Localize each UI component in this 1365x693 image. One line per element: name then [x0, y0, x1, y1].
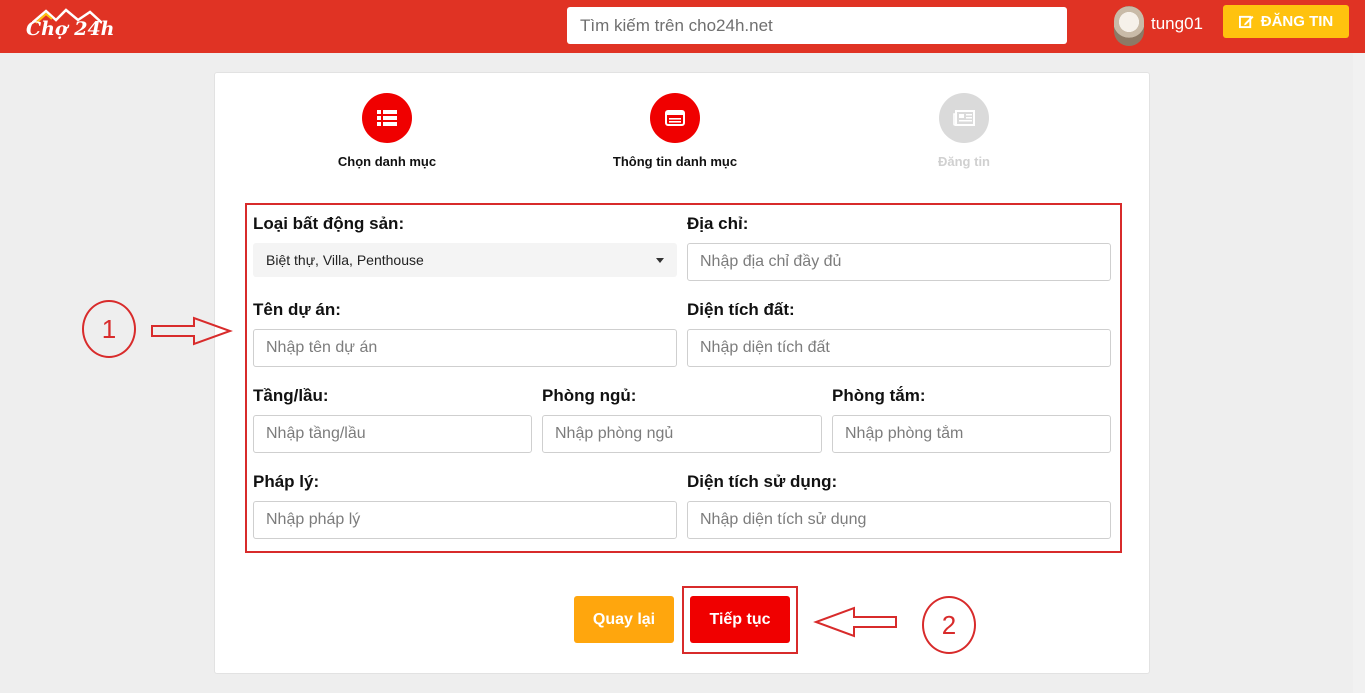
legal-label: Pháp lý: [253, 472, 320, 491]
annotation-marker-1: 1 [82, 300, 136, 358]
property-type-value: Biệt thự, Villa, Penthouse [266, 252, 424, 268]
step-1-indicator [362, 93, 412, 143]
bathrooms-label: Phòng tắm: [832, 386, 926, 405]
site-logo[interactable]: Chợ 24h [24, 8, 116, 42]
usable-area-input[interactable] [687, 501, 1111, 539]
search-input[interactable] [567, 7, 1067, 44]
step-1-label: Chọn danh mục [337, 154, 437, 169]
post-listing-button[interactable]: ĐĂNG TIN [1223, 5, 1349, 38]
usable-area-label: Diện tích sử dụng: [687, 472, 838, 491]
land-area-label: Diện tích đất: [687, 300, 795, 319]
property-type-select[interactable]: Biệt thự, Villa, Penthouse [253, 243, 677, 277]
window-icon [665, 110, 685, 126]
project-name-input[interactable] [253, 329, 677, 367]
newspaper-icon [953, 110, 975, 126]
page-scrollbar[interactable] [1353, 53, 1365, 693]
step-2-label: Thông tin danh mục [612, 154, 738, 169]
land-area-input[interactable] [687, 329, 1111, 367]
address-label: Địa chỉ: [687, 214, 749, 233]
arrow-right-icon [151, 316, 233, 346]
logo-text: Chợ 24h [26, 18, 115, 40]
avatar[interactable] [1114, 6, 1144, 46]
annotation-marker-2: 2 [922, 596, 976, 654]
address-input[interactable] [687, 243, 1111, 281]
step-3-indicator [939, 93, 989, 143]
project-name-label: Tên dự án: [253, 300, 341, 319]
username[interactable]: tung01 [1151, 14, 1203, 34]
bathrooms-input[interactable] [832, 415, 1111, 453]
continue-button[interactable]: Tiếp tục [690, 596, 790, 643]
floors-input[interactable] [253, 415, 532, 453]
step-2-indicator [650, 93, 700, 143]
arrow-left-icon [813, 606, 897, 638]
post-listing-label: ĐĂNG TIN [1260, 13, 1334, 30]
back-button[interactable]: Quay lại [574, 596, 674, 643]
caret-down-icon [656, 258, 664, 263]
property-type-label: Loại bất động sản: [253, 214, 405, 233]
floors-label: Tầng/lầu: [253, 386, 329, 405]
list-icon [377, 110, 397, 126]
edit-icon [1238, 15, 1254, 29]
legal-input[interactable] [253, 501, 677, 539]
bedrooms-input[interactable] [542, 415, 822, 453]
step-3-label: Đăng tin [938, 154, 990, 169]
bedrooms-label: Phòng ngủ: [542, 386, 637, 405]
